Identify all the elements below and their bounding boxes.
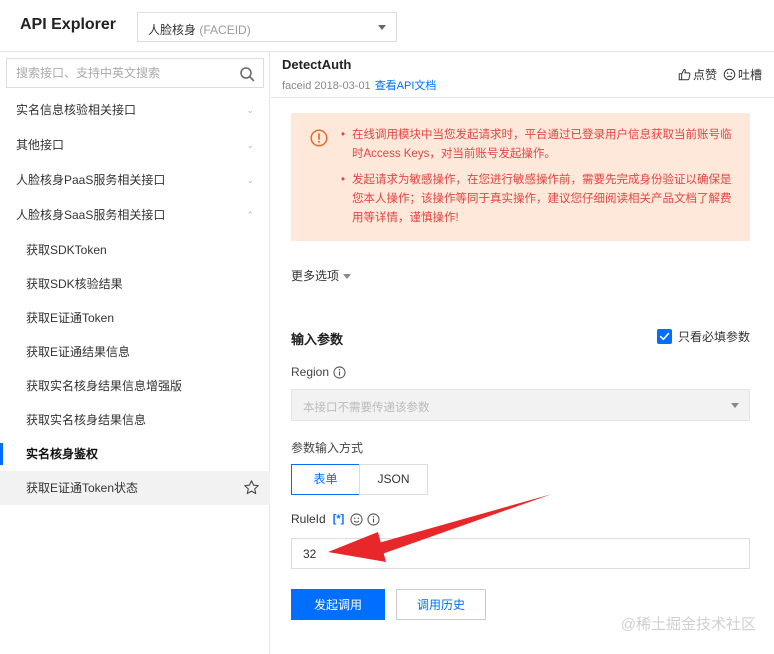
top-bar: API Explorer 人脸核身 (FACEID) — [0, 0, 774, 52]
sidebar-item-get-eid-result[interactable]: 获取E证通结果信息 — [0, 335, 270, 369]
chevron-down-icon: ⌄ — [246, 105, 254, 115]
product-select[interactable]: 人脸核身 (FACEID) — [137, 12, 397, 42]
feedback-group: 点赞 吐槽 — [678, 66, 762, 83]
more-options-toggle[interactable]: 更多选项 — [291, 267, 352, 284]
required-only-checkbox[interactable]: 只看必填参数 — [656, 328, 750, 345]
chevron-down-icon: ⌄ — [246, 140, 254, 150]
invoke-button[interactable]: 发起调用 — [291, 589, 385, 620]
input-mode-label: 参数输入方式 — [291, 441, 364, 455]
product-select-label: 人脸核身 — [148, 23, 197, 37]
search-input[interactable] — [7, 59, 232, 87]
input-params-title: 输入参数 — [291, 332, 344, 347]
mode-form-button[interactable]: 表单 — [291, 464, 360, 495]
sidebar-category-other[interactable]: 其他接口 ⌄ — [0, 128, 270, 163]
sidebar-item-get-sdk-token[interactable]: 获取SDKToken — [0, 233, 270, 267]
alert-messages: 在线调用模块中当您发起请求时，平台通过已登录用户信息获取当前账号临时Access… — [341, 126, 741, 235]
thumbs-up-icon — [678, 68, 691, 81]
ruleid-input[interactable] — [291, 538, 750, 569]
sidebar-item-get-sdk-result[interactable]: 获取SDK核验结果 — [0, 267, 270, 301]
app-title: API Explorer — [20, 16, 117, 33]
warning-icon — [310, 129, 328, 147]
complain-button[interactable]: 吐槽 — [723, 66, 762, 83]
search-icon[interactable] — [239, 66, 255, 82]
watermark: @稀土掘金技术社区 — [620, 616, 756, 633]
region-select[interactable]: 本接口不需要传递该参数 — [291, 389, 750, 421]
sidebar-item-get-detect-info-enhanced[interactable]: 获取实名核身结果信息增强版 — [0, 369, 270, 403]
sidebar-category-paas[interactable]: 人脸核身PaaS服务相关接口 ⌄ — [0, 163, 270, 198]
ruleid-label-row: RuleId [*] — [291, 512, 380, 526]
chevron-down-icon — [731, 403, 739, 408]
api-meta: faceid 2018-03-01 查看API文档 — [282, 77, 436, 93]
chevron-down-icon — [343, 274, 352, 279]
input-mode-switch: 表单 JSON — [291, 464, 428, 495]
info-icon[interactable] — [333, 365, 346, 379]
star-icon[interactable] — [243, 479, 260, 496]
region-label: Region — [291, 365, 346, 379]
info-icon[interactable] — [367, 512, 380, 526]
chevron-down-icon: ⌄ — [246, 175, 254, 185]
sidebar: 实名信息核验相关接口⌄ 其他接口⌄ 人脸核身PaaS服务相关接口⌄ 人脸核身Sa… — [0, 52, 270, 654]
like-button[interactable]: 点赞 — [678, 66, 717, 83]
chevron-down-icon — [378, 25, 386, 30]
checkbox-checked-icon — [656, 329, 672, 344]
sidebar-nav: 实名信息核验相关接口 ⌄ 其他接口 ⌄ 人脸核身PaaS服务相关接口 ⌄ 人脸核身Sa… — [0, 93, 270, 505]
main-panel: 在线调用模块中当您发起请求时，平台通过已登录用户信息获取当前账号临时Access… — [271, 99, 774, 654]
frown-icon — [723, 68, 736, 81]
sidebar-item-get-eid-token[interactable]: 获取E证通Token — [0, 301, 270, 335]
mode-json-button[interactable]: JSON — [359, 464, 428, 495]
api-version: faceid 2018-03-01 — [282, 80, 371, 92]
sidebar-item-get-eid-token-status[interactable]: 获取E证通Token状态 — [0, 471, 270, 505]
warning-alert: 在线调用模块中当您发起请求时，平台通过已登录用户信息获取当前账号临时Access… — [291, 113, 750, 241]
sidebar-category-saas[interactable]: 人脸核身SaaS服务相关接口 ⌃ — [0, 198, 270, 233]
alert-message: 在线调用模块中当您发起请求时，平台通过已登录用户信息获取当前账号临时Access… — [341, 126, 741, 164]
api-name: DetectAuth — [282, 57, 352, 72]
required-tag: [*] — [332, 513, 345, 525]
chevron-up-icon: ⌃ — [246, 210, 254, 220]
search-box — [6, 58, 264, 88]
ruleid-label: RuleId — [291, 512, 326, 526]
region-placeholder: 本接口不需要传递该参数 — [303, 402, 430, 414]
api-header: DetectAuth faceid 2018-03-01 查看API文档 点赞 吐… — [271, 52, 774, 98]
sidebar-item-get-detect-info[interactable]: 获取实名核身结果信息 — [0, 403, 270, 437]
sidebar-item-detect-auth[interactable]: 实名核身鉴权 — [0, 437, 270, 471]
history-button[interactable]: 调用历史 — [396, 589, 486, 620]
sidebar-category-real-name[interactable]: 实名信息核验相关接口 ⌄ — [0, 93, 270, 128]
smile-icon[interactable] — [350, 512, 363, 526]
api-doc-link[interactable]: 查看API文档 — [375, 80, 437, 92]
product-select-sub-label: (FACEID) — [199, 23, 251, 37]
alert-message: 发起请求为敏感操作，在您进行敏感操作前，需要先完成身份验证以确保是您本人操作；该… — [341, 171, 741, 228]
